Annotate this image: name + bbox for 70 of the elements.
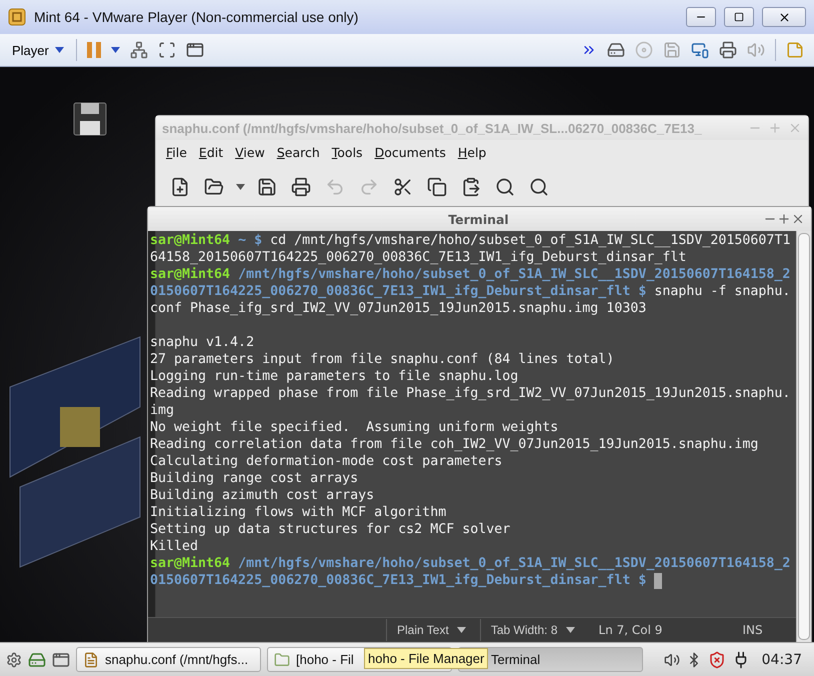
terminal-text: conf Phase_ifg_srd_IW2_VV_07Jun2015_19Jun2015.snaphu.img 10303 bbox=[150, 300, 646, 317]
terminal-text: Reading wrapped phase from file Phase_ifg_srd_IW2_VV_07Jun2015_19Jun2015.snaphu. bbox=[150, 385, 790, 402]
close-icon bbox=[778, 10, 790, 24]
close-icon[interactable] bbox=[791, 212, 805, 226]
status-text: INS bbox=[742, 623, 764, 637]
terminal-text: snaphu v1.4.2 bbox=[150, 334, 254, 351]
drive-icon[interactable] bbox=[28, 650, 46, 668]
terminal-text: Initializing flows with MCF algorithm bbox=[150, 504, 446, 521]
folder-icon bbox=[274, 652, 290, 668]
status-dropdown[interactable]: Tab Width: 8 bbox=[480, 619, 585, 641]
terminal-text: snaphu -f snaphu. bbox=[653, 283, 790, 300]
prompt-user: sar@Mint64 bbox=[150, 266, 230, 283]
restore-button[interactable] bbox=[724, 7, 754, 27]
minimize-button[interactable] bbox=[686, 7, 716, 27]
caret-icon bbox=[456, 627, 466, 633]
printer-icon[interactable] bbox=[719, 41, 737, 59]
volume-icon[interactable] bbox=[664, 652, 680, 668]
shield-icon[interactable] bbox=[708, 650, 726, 668]
prompt-path: /mnt/hgfs/vmshare/hoho/subset_0_of_S1A_IW_SLC__1SDV_20150607T164158_2 bbox=[237, 555, 790, 572]
settings-icon[interactable] bbox=[6, 652, 22, 668]
window-title: Mint 64 - VMware Player (Non-commercial use only) bbox=[34, 9, 360, 25]
terminal-text: Calculating deformation-mode cost parameters bbox=[150, 453, 502, 470]
print-button[interactable] bbox=[289, 175, 313, 199]
caret-icon bbox=[54, 47, 64, 53]
fullscreen-icon[interactable] bbox=[158, 41, 176, 59]
restore-icon bbox=[734, 12, 744, 22]
hard-drive-icon[interactable] bbox=[607, 41, 625, 59]
document-icon bbox=[83, 652, 99, 668]
menu-item[interactable]: File bbox=[160, 144, 193, 160]
menu-item[interactable]: Tools bbox=[326, 144, 369, 160]
menu-item[interactable]: Documents bbox=[368, 144, 452, 160]
status-text: Ln 7, Col 9 bbox=[598, 623, 664, 637]
taskbar-task[interactable]: snaphu.conf (/mnt/hgfs... bbox=[76, 647, 261, 672]
menu-item[interactable]: Help bbox=[452, 144, 492, 160]
terminal-text: Building range cost arrays bbox=[150, 470, 358, 487]
terminal-text: Killed bbox=[150, 538, 198, 555]
prompt-path: /mnt/hgfs/vmshare/hoho/subset_0_of_S1A_IW_SLC__1SDV_20150607T164158_2 bbox=[237, 266, 790, 283]
player-menu[interactable]: Player bbox=[10, 40, 66, 60]
tooltip: hoho - File Manager bbox=[364, 648, 488, 669]
menu-item[interactable]: View bbox=[229, 144, 271, 160]
terminal-text: img bbox=[150, 402, 174, 419]
terminal-text: Reading correlation data from file coh_IW2_VV_07Jun2015_19Jun2015.snaphu.img bbox=[150, 436, 758, 453]
prompt-user: sar@Mint64 bbox=[150, 232, 230, 249]
menu-item[interactable]: Edit bbox=[192, 144, 230, 160]
terminal-text: 27 parameters input from file snaphu.conf (84 lines total) bbox=[150, 351, 614, 368]
terminal-text: cd /mnt/hgfs/vmshare/hoho/subset_0_of_S1A_IW_SLC__1SDV_20150607T1 bbox=[269, 232, 790, 249]
caret-icon bbox=[566, 627, 575, 633]
prompt-path: 0150607T164225_006270_00836C_7E13_IW1_ifg_Deburst_dinsar_flt $ bbox=[150, 283, 646, 300]
terminal-title: Terminal bbox=[447, 212, 510, 226]
window-icon[interactable] bbox=[186, 41, 204, 59]
terminal-text: Logging run-time parameters to file snaphu.log bbox=[150, 368, 518, 385]
terminal-text: Setting up data structures for cs2 MCF solver bbox=[150, 521, 510, 538]
scrollbar[interactable] bbox=[796, 231, 811, 642]
terminal-text: Building azimuth cost arrays bbox=[150, 487, 374, 504]
window-icon[interactable] bbox=[52, 650, 70, 668]
clock: 04:37 bbox=[760, 652, 803, 668]
terminal-text: No weight file specified. Assuming uniform weights bbox=[150, 419, 558, 436]
network-icon[interactable] bbox=[130, 41, 148, 59]
copy-button[interactable] bbox=[425, 175, 449, 199]
status-dropdown[interactable]: Plain Text bbox=[386, 619, 476, 641]
menu-item[interactable]: Search bbox=[270, 144, 326, 160]
caret-icon bbox=[110, 47, 120, 53]
terminal-text: 64158_20150607T164225_006270_00836C_7E13_IW1_ifg_Deburst_dinsar_flt bbox=[150, 249, 686, 266]
prompt-path: ~ $ bbox=[237, 232, 262, 249]
prompt-user: sar@Mint64 bbox=[150, 555, 230, 572]
close-button[interactable] bbox=[762, 7, 806, 27]
caret-icon bbox=[236, 184, 245, 190]
prompt-path: 0150607T164225_006270_00836C_7E13_IW1_ifg_Deburst_dinsar_flt $ bbox=[150, 572, 646, 589]
maximize-icon[interactable] bbox=[777, 212, 791, 226]
editor-title: snaphu.conf (/mnt/hgfs/vmshare/hoho/subset_0_of_S1A_IW_SL...06270_00836C_7E13_ bbox=[162, 120, 703, 136]
